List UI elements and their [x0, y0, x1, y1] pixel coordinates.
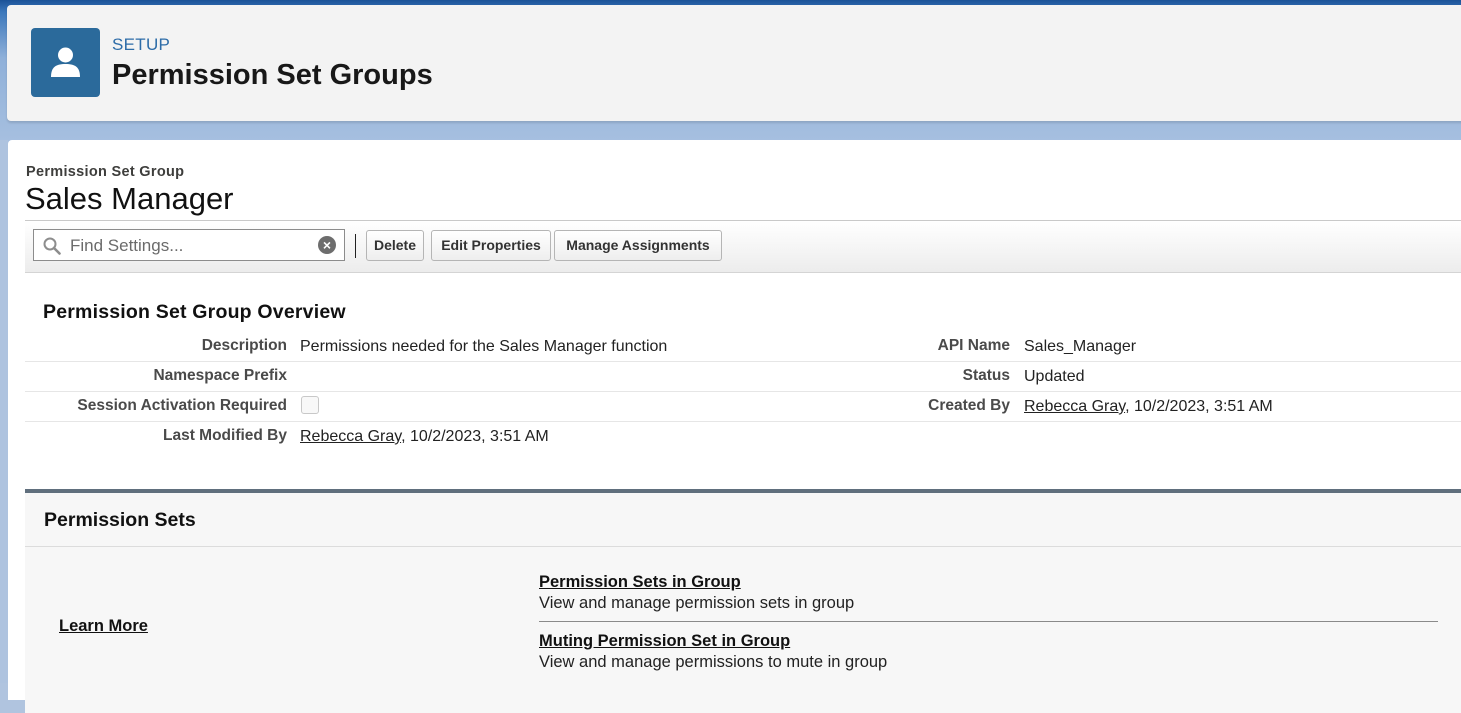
- page-title: Permission Set Groups: [112, 59, 433, 91]
- description-value: Permissions needed for the Sales Manager…: [300, 338, 668, 355]
- api-name-label: API Name: [937, 337, 1010, 354]
- permission-sets-title: Permission Sets: [44, 509, 196, 531]
- namespace-prefix-label: Namespace Prefix: [153, 367, 287, 384]
- detail-row: Last Modified By Rebecca Gray, 10/2/2023…: [25, 421, 1461, 451]
- detail-row: Namespace Prefix Status Updated: [25, 361, 1461, 392]
- created-by-user-link[interactable]: Rebecca Gray: [1024, 398, 1125, 415]
- status-value: Updated: [1024, 368, 1085, 385]
- user-icon: [31, 28, 100, 97]
- session-activation-checkbox: [301, 396, 319, 414]
- last-modified-value: Rebecca Gray, 10/2/2023, 3:51 AM: [300, 428, 549, 446]
- permission-sets-header: Permission Sets: [25, 493, 1461, 547]
- muting-permission-set-link[interactable]: Muting Permission Set in Group: [539, 632, 790, 651]
- description-label: Description: [201, 337, 287, 354]
- status-label: Status: [962, 367, 1010, 384]
- setup-header: SETUP Permission Set Groups: [7, 5, 1461, 121]
- last-modified-user-link[interactable]: Rebecca Gray: [300, 428, 401, 445]
- detail-row: Description Permissions needed for the S…: [25, 331, 1461, 362]
- edit-properties-button[interactable]: Edit Properties: [431, 230, 551, 261]
- toolbar: × Delete Edit Properties Manage Assignme…: [25, 220, 1461, 273]
- learn-more-link[interactable]: Learn More: [59, 617, 148, 636]
- api-name-value: Sales_Manager: [1024, 338, 1137, 355]
- overview-section-title: Permission Set Group Overview: [43, 301, 346, 323]
- main-content: Permission Set Group Sales Manager × Del…: [8, 140, 1461, 713]
- created-by-value: Rebecca Gray, 10/2/2023, 3:51 AM: [1024, 398, 1273, 416]
- muting-permission-set-description: View and manage permissions to mute in g…: [539, 653, 888, 671]
- permission-sets-in-group-description: View and manage permission sets in group: [539, 594, 855, 612]
- setup-label: SETUP: [112, 35, 171, 54]
- permission-sets-in-group-link[interactable]: Permission Sets in Group: [539, 573, 741, 592]
- link-divider: [539, 621, 1438, 622]
- permission-sets-panel: Permission Sets Learn More Permission Se…: [25, 489, 1461, 713]
- manage-assignments-button[interactable]: Manage Assignments: [554, 230, 722, 261]
- search-icon: [43, 237, 61, 255]
- page-background-left: [0, 140, 8, 683]
- record-type-label: Permission Set Group: [26, 164, 185, 180]
- record-name: Sales Manager: [25, 181, 234, 216]
- created-by-label: Created By: [928, 397, 1010, 414]
- toolbar-divider: [355, 234, 356, 258]
- last-modified-label: Last Modified By: [162, 427, 287, 444]
- search-input[interactable]: [68, 234, 312, 258]
- clear-icon[interactable]: ×: [318, 236, 336, 254]
- last-modified-date: , 10/2/2023, 3:51 AM: [401, 428, 549, 445]
- detail-row: Session Activation Required Created By R…: [25, 391, 1461, 422]
- created-by-date: , 10/2/2023, 3:51 AM: [1125, 398, 1273, 415]
- session-activation-label: Session Activation Required: [77, 397, 287, 414]
- delete-button[interactable]: Delete: [366, 230, 424, 261]
- find-settings-box: ×: [33, 229, 345, 261]
